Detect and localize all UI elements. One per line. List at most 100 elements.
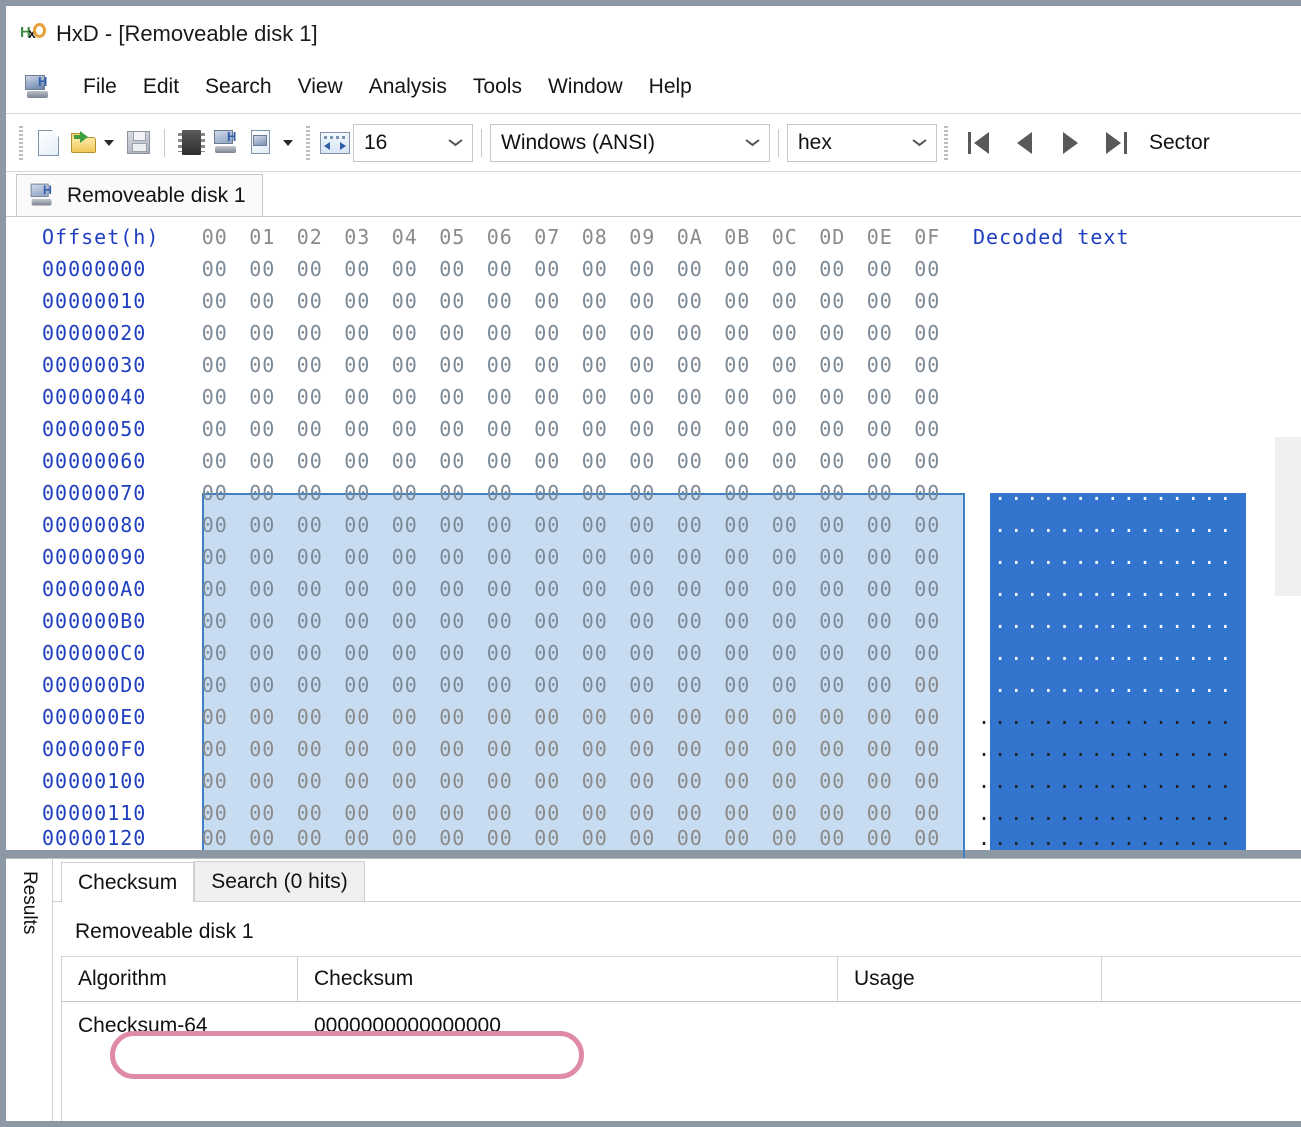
- row-decoded-text[interactable]: ................: [976, 828, 1234, 848]
- decoded-char-cell[interactable]: .: [1105, 771, 1121, 791]
- hex-byte-cell[interactable]: 00: [334, 449, 382, 473]
- hex-byte-cell[interactable]: 00: [666, 577, 714, 601]
- decoded-char-cell[interactable]: .: [976, 707, 992, 727]
- decoded-char-cell[interactable]: .: [1024, 515, 1040, 535]
- decoded-char-cell[interactable]: .: [1121, 803, 1137, 823]
- decoded-char-cell[interactable]: .: [1056, 355, 1072, 375]
- hex-byte-cell[interactable]: 00: [334, 826, 382, 850]
- hex-byte-cell[interactable]: 00: [286, 385, 334, 409]
- hex-byte-cell[interactable]: 00: [809, 609, 857, 633]
- hex-byte-cell[interactable]: 00: [619, 513, 667, 537]
- hex-byte-cell[interactable]: 00: [809, 257, 857, 281]
- hex-byte-cell[interactable]: 00: [381, 385, 429, 409]
- decoded-char-cell[interactable]: .: [1137, 828, 1153, 848]
- hex-byte-cell[interactable]: 00: [334, 609, 382, 633]
- hex-byte-cell[interactable]: 00: [334, 481, 382, 505]
- decoded-char-cell[interactable]: .: [1056, 675, 1072, 695]
- decoded-char-cell[interactable]: .: [1121, 291, 1137, 311]
- hex-byte-cell[interactable]: 00: [904, 641, 952, 665]
- menu-item-analysis[interactable]: Analysis: [356, 71, 460, 103]
- hex-byte-cell[interactable]: 00: [191, 769, 239, 793]
- decoded-char-cell[interactable]: .: [1153, 579, 1169, 599]
- hex-byte-cell[interactable]: 00: [191, 609, 239, 633]
- decoded-char-cell[interactable]: .: [1073, 259, 1089, 279]
- decoded-char-cell[interactable]: .: [1008, 675, 1024, 695]
- decoded-char-cell[interactable]: .: [1105, 828, 1121, 848]
- hex-byte-cell[interactable]: 00: [191, 577, 239, 601]
- decoded-char-cell[interactable]: .: [1040, 451, 1056, 471]
- hex-byte-cell[interactable]: 00: [619, 449, 667, 473]
- hex-byte-cell[interactable]: 00: [761, 417, 809, 441]
- hex-byte-cell[interactable]: 00: [286, 769, 334, 793]
- decoded-char-cell[interactable]: .: [1089, 771, 1105, 791]
- hex-byte-cell[interactable]: 00: [619, 321, 667, 345]
- decoded-char-cell[interactable]: .: [1137, 707, 1153, 727]
- hex-byte-cell[interactable]: 00: [524, 289, 572, 313]
- decoded-char-cell[interactable]: .: [1169, 828, 1185, 848]
- hex-byte-cell[interactable]: 00: [714, 801, 762, 825]
- hex-byte-cell[interactable]: 00: [714, 769, 762, 793]
- row-decoded-text[interactable]: ................: [976, 259, 1234, 279]
- hex-byte-cell[interactable]: 00: [571, 353, 619, 377]
- previous-sector-button[interactable]: [1001, 124, 1047, 162]
- hex-byte-cell[interactable]: 00: [809, 577, 857, 601]
- hex-byte-cell[interactable]: 00: [714, 289, 762, 313]
- hex-byte-cell[interactable]: 00: [714, 385, 762, 409]
- decoded-char-cell[interactable]: .: [1040, 771, 1056, 791]
- decoded-char-cell[interactable]: .: [1121, 675, 1137, 695]
- decoded-char-cell[interactable]: .: [1105, 675, 1121, 695]
- decoded-char-cell[interactable]: .: [1105, 419, 1121, 439]
- hex-byte-cell[interactable]: 00: [476, 385, 524, 409]
- hex-byte-cell[interactable]: 00: [666, 545, 714, 569]
- row-bytes[interactable]: 00 00 00 00 00 00 00 00 00 00 00 00 00 00 00 00: [191, 481, 951, 505]
- row-bytes[interactable]: 00 00 00 00 00 00 00 00 00 00 00 00 00 00 00 00: [191, 577, 951, 601]
- hex-byte-cell[interactable]: 00: [239, 481, 287, 505]
- decoded-char-cell[interactable]: .: [1105, 355, 1121, 375]
- decoded-char-cell[interactable]: .: [1024, 547, 1040, 567]
- decoded-char-cell[interactable]: .: [1169, 515, 1185, 535]
- decoded-char-cell[interactable]: .: [1217, 451, 1233, 471]
- decoded-char-cell[interactable]: .: [976, 451, 992, 471]
- hex-byte-cell[interactable]: 00: [429, 737, 477, 761]
- decoded-char-cell[interactable]: .: [1024, 323, 1040, 343]
- decoded-char-cell[interactable]: .: [992, 707, 1008, 727]
- row-bytes[interactable]: 00 00 00 00 00 00 00 00 00 00 00 00 00 00 00 00: [191, 321, 951, 345]
- decoded-char-cell[interactable]: .: [1153, 387, 1169, 407]
- hex-row[interactable]: 00000060 00 00 00 00 00 00 00 00 00 00 00 00 00 00 00 00…: [6, 445, 1301, 477]
- decoded-char-cell[interactable]: .: [1056, 451, 1072, 471]
- hex-byte-cell[interactable]: 00: [714, 481, 762, 505]
- decoded-char-cell[interactable]: .: [1217, 419, 1233, 439]
- decoded-char-cell[interactable]: .: [1024, 771, 1040, 791]
- hex-byte-cell[interactable]: 00: [619, 705, 667, 729]
- hex-byte-cell[interactable]: 00: [809, 481, 857, 505]
- hex-byte-cell[interactable]: 00: [856, 449, 904, 473]
- decoded-char-cell[interactable]: .: [976, 515, 992, 535]
- hex-byte-cell[interactable]: 00: [239, 673, 287, 697]
- row-decoded-text[interactable]: ................: [976, 739, 1234, 759]
- decoded-char-cell[interactable]: .: [1169, 483, 1185, 503]
- hex-byte-cell[interactable]: 00: [761, 737, 809, 761]
- decoded-char-cell[interactable]: .: [1105, 483, 1121, 503]
- hex-byte-cell[interactable]: 00: [571, 801, 619, 825]
- decoded-char-cell[interactable]: .: [1137, 547, 1153, 567]
- hex-byte-cell[interactable]: 00: [761, 257, 809, 281]
- decoded-char-cell[interactable]: .: [1073, 483, 1089, 503]
- hex-byte-cell[interactable]: 00: [476, 417, 524, 441]
- decoded-char-cell[interactable]: .: [1040, 259, 1056, 279]
- decoded-char-cell[interactable]: .: [1105, 291, 1121, 311]
- chevron-down-icon[interactable]: [902, 125, 936, 161]
- hex-byte-cell[interactable]: 00: [904, 321, 952, 345]
- hex-byte-cell[interactable]: 00: [904, 826, 952, 850]
- decoded-char-cell[interactable]: .: [1121, 611, 1137, 631]
- decoded-char-cell[interactable]: .: [1169, 355, 1185, 375]
- hex-byte-cell[interactable]: 00: [191, 417, 239, 441]
- hex-byte-cell[interactable]: 00: [429, 513, 477, 537]
- hex-byte-cell[interactable]: 00: [381, 826, 429, 850]
- decoded-char-cell[interactable]: .: [1089, 803, 1105, 823]
- decoded-char-cell[interactable]: .: [1137, 451, 1153, 471]
- decoded-char-cell[interactable]: .: [1185, 387, 1201, 407]
- decoded-char-cell[interactable]: .: [1201, 259, 1217, 279]
- decoded-char-cell[interactable]: .: [1137, 355, 1153, 375]
- toolbar-grip-handle-2[interactable]: [306, 125, 310, 160]
- decoded-char-cell[interactable]: .: [1073, 579, 1089, 599]
